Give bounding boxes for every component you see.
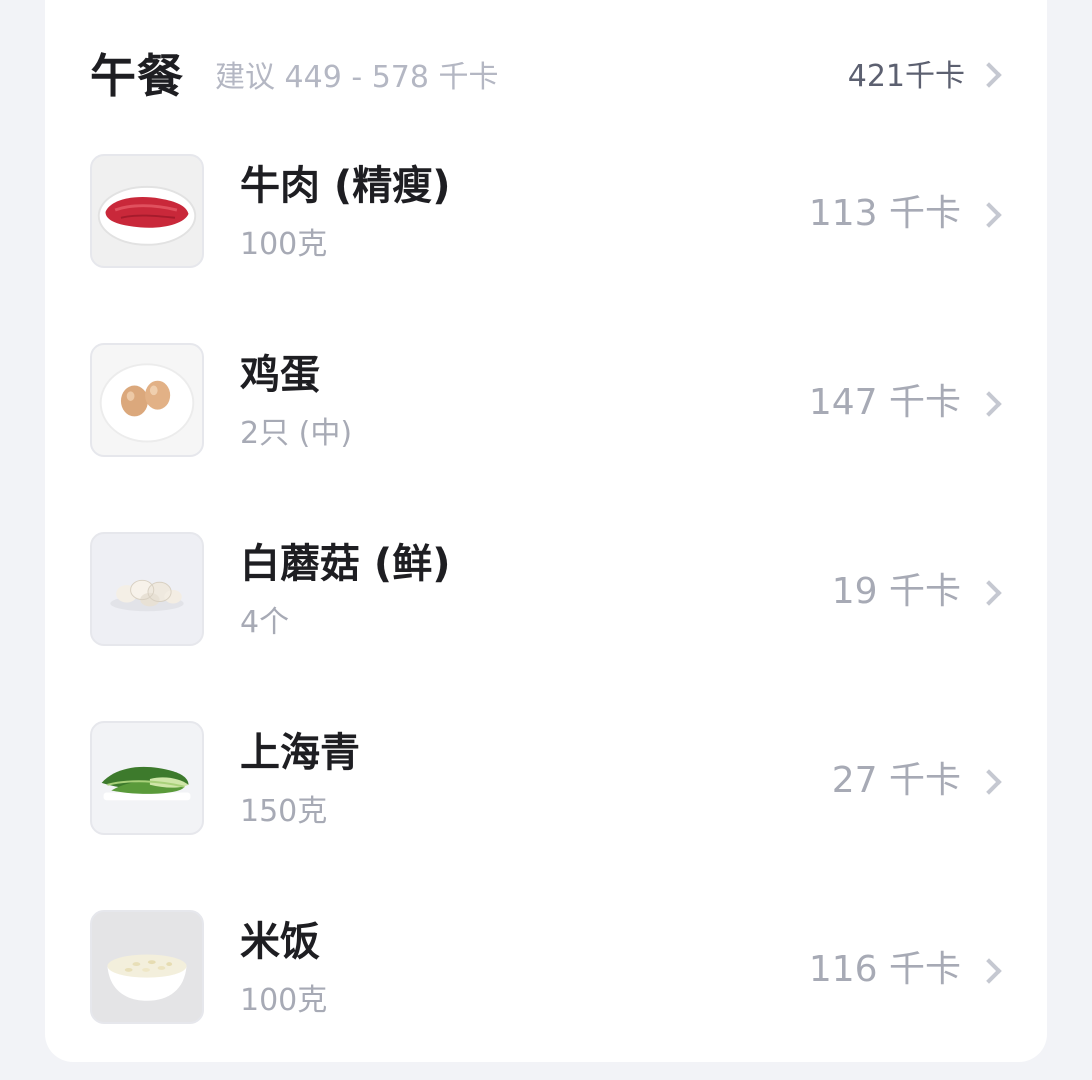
food-calories: 27 千卡 <box>831 760 961 801</box>
food-name: 白蘑菇 (鲜) <box>240 541 451 587</box>
meal-title: 午餐 <box>90 49 184 103</box>
food-quantity: 100克 <box>240 227 328 262</box>
chevron-right-icon <box>976 958 1002 984</box>
food-item-rice[interactable]: 米饭 100克 116 千卡 <box>45 910 1047 1028</box>
food-calories: 19 千卡 <box>831 571 961 612</box>
chevron-right-icon <box>976 202 1002 228</box>
meal-header[interactable]: 午餐 建议 449 - 578 千卡 421千卡 <box>45 40 1047 112</box>
food-item-bok-choy[interactable]: 上海青 150克 27 千卡 <box>45 721 1047 839</box>
egg-image <box>90 343 204 457</box>
food-item-mushroom[interactable]: 白蘑菇 (鲜) 4个 19 千卡 <box>45 532 1047 650</box>
food-quantity: 2只 (中) <box>240 416 353 451</box>
chevron-right-icon <box>976 769 1002 795</box>
rice-image <box>90 910 204 1024</box>
food-name: 米饭 <box>240 919 320 965</box>
food-quantity: 4个 <box>240 605 290 640</box>
food-name: 牛肉 (精瘦) <box>240 163 451 209</box>
food-quantity: 100克 <box>240 983 328 1018</box>
chevron-right-icon <box>976 391 1002 417</box>
food-name: 鸡蛋 <box>240 352 320 398</box>
food-calories: 116 千卡 <box>808 949 961 990</box>
chevron-right-icon <box>976 580 1002 606</box>
beef-image <box>90 154 204 268</box>
food-name: 上海青 <box>240 730 360 776</box>
food-calories: 113 千卡 <box>808 193 961 234</box>
food-calories: 147 千卡 <box>808 382 961 423</box>
food-quantity: 150克 <box>240 794 328 829</box>
food-item-egg[interactable]: 鸡蛋 2只 (中) 147 千卡 <box>45 343 1047 461</box>
lunch-card: 午餐 建议 449 - 578 千卡 421千卡 牛肉 (精瘦) 100克 11… <box>45 0 1047 1062</box>
meal-total-calories: 421千卡 <box>847 59 965 94</box>
food-item-beef[interactable]: 牛肉 (精瘦) 100克 113 千卡 <box>45 154 1047 272</box>
bok-choy-image <box>90 721 204 835</box>
mushroom-image <box>90 532 204 646</box>
calorie-suggestion: 建议 449 - 578 千卡 <box>215 60 499 95</box>
chevron-right-icon[interactable] <box>976 62 1002 88</box>
